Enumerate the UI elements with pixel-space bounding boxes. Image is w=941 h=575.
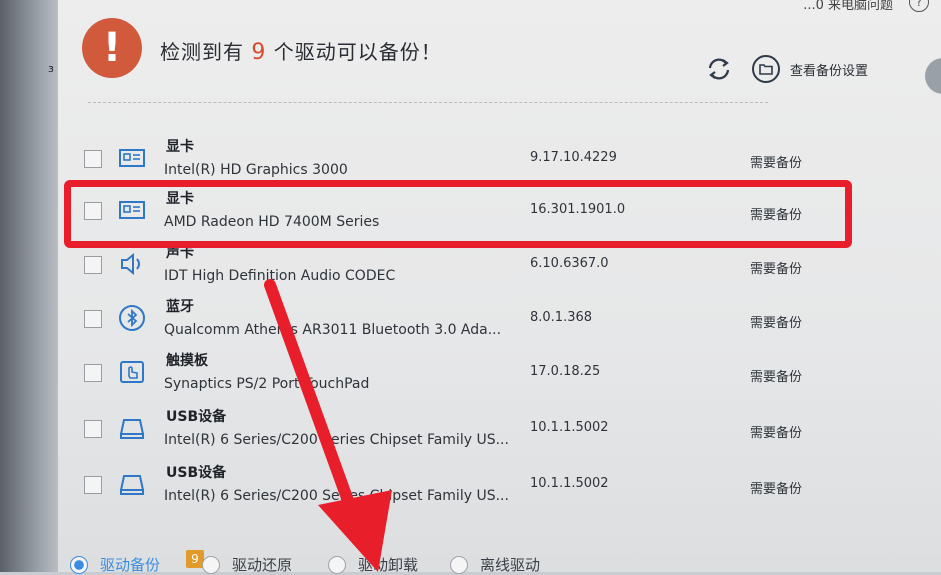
driver-row[interactable]: USB设备 Intel(R) 6 Series/C200 Series Chip… xyxy=(58,402,878,456)
driver-category: 显卡 xyxy=(166,139,194,155)
tab-radio[interactable] xyxy=(202,555,220,574)
display-card-icon xyxy=(119,149,145,167)
driver-name: Intel(R) HD Graphics 3000 xyxy=(164,162,348,178)
driver-row[interactable]: 触摸板 Synaptics PS/2 Port TouchPad 17.0.18… xyxy=(58,346,878,400)
driver-name: Intel(R) 6 Series/C200 Series Chipset Fa… xyxy=(164,488,509,504)
side-tab[interactable] xyxy=(925,58,941,94)
driver-name: Qualcomm Atheros AR3011 Bluetooth 3.0 Ad… xyxy=(164,322,502,338)
driver-status: 需要备份 xyxy=(750,426,803,441)
driver-status: 需要备份 xyxy=(750,370,803,385)
driver-status: 需要备份 xyxy=(750,262,803,277)
screen-bezel: з xyxy=(0,0,58,572)
driver-checkbox[interactable] xyxy=(84,420,102,438)
driver-status: 需要备份 xyxy=(750,156,803,171)
driver-status: 需要备份 xyxy=(750,316,803,331)
driver-version: 9.17.10.4229 xyxy=(530,150,617,165)
driver-category: USB设备 xyxy=(166,409,227,425)
backup-settings-button[interactable]: 查看备份设置 xyxy=(752,54,868,84)
driver-version: 17.0.18.25 xyxy=(530,364,601,379)
help-icon[interactable]: ? xyxy=(909,0,929,12)
driver-checkbox[interactable] xyxy=(84,476,102,494)
touchpad-icon xyxy=(120,361,144,383)
page-title: 检测到有 9 个驱动可以备份！ xyxy=(160,36,442,65)
top-right-text: ...0 来电脑问题 xyxy=(803,0,893,13)
usb-drive-icon xyxy=(119,419,145,439)
driver-count: 9 xyxy=(251,40,267,65)
driver-category: 触摸板 xyxy=(166,353,208,369)
highlight-box xyxy=(64,180,852,248)
bluetooth-icon xyxy=(119,305,145,331)
tab-radio[interactable] xyxy=(70,555,88,574)
headline-prefix: 检测到有 xyxy=(160,40,244,64)
driver-backup-window: ...0 来电脑问题 ? ! 检测到有 9 个驱动可以备份！ 查看备份设置 显卡… xyxy=(58,0,941,574)
driver-name: Synaptics PS/2 Port TouchPad xyxy=(164,376,370,392)
driver-version: 6.10.6367.0 xyxy=(530,256,609,271)
driver-checkbox[interactable] xyxy=(84,364,102,382)
driver-row[interactable]: USB设备 Intel(R) 6 Series/C200 Series Chip… xyxy=(58,458,878,512)
refresh-icon[interactable] xyxy=(704,54,734,84)
headline-suffix: 个驱动可以备份！ xyxy=(273,40,442,64)
driver-name: Intel(R) 6 Series/C200 Series Chipset Fa… xyxy=(164,432,509,448)
speaker-icon xyxy=(121,252,140,276)
driver-checkbox[interactable] xyxy=(84,310,102,328)
driver-category: USB设备 xyxy=(166,465,227,481)
driver-version: 10.1.1.5002 xyxy=(530,420,609,435)
driver-name: IDT High Definition Audio CODEC xyxy=(164,268,396,284)
folder-icon xyxy=(752,55,780,83)
driver-version: 8.0.1.368 xyxy=(530,310,593,325)
tab-radio[interactable] xyxy=(328,555,346,574)
driver-row[interactable]: 蓝牙 Qualcomm Atheros AR3011 Bluetooth 3.0… xyxy=(58,292,878,346)
header-divider xyxy=(88,102,768,103)
driver-checkbox[interactable] xyxy=(84,256,102,274)
exclamation-icon: ! xyxy=(82,18,142,78)
bezel-mark: з xyxy=(48,62,54,75)
driver-status: 需要备份 xyxy=(750,482,803,497)
usb-drive-icon xyxy=(119,475,145,495)
driver-version: 10.1.1.5002 xyxy=(530,476,609,491)
driver-row[interactable]: 显卡 Intel(R) HD Graphics 3000 9.17.10.422… xyxy=(58,132,878,186)
driver-checkbox[interactable] xyxy=(84,150,102,168)
driver-category: 蓝牙 xyxy=(166,299,194,315)
backup-settings-label: 查看备份设置 xyxy=(790,63,869,79)
bottom-tabs: 驱动备份 9 驱动还原 驱动卸载 离线驱动 xyxy=(58,548,941,574)
tab-radio[interactable] xyxy=(450,555,468,574)
